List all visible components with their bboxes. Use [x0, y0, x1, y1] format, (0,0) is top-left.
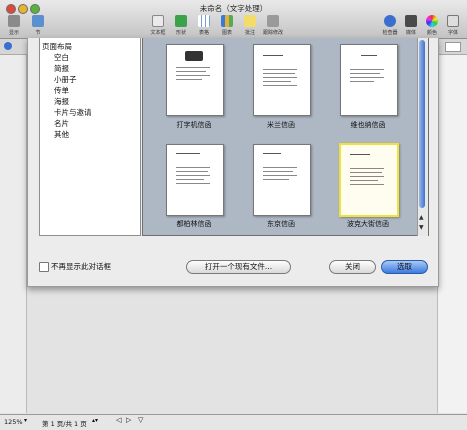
category-item[interactable]: 传单	[54, 85, 69, 96]
right-margin	[437, 55, 467, 413]
next-page-icon[interactable]: ▷	[126, 416, 131, 424]
previous-page-icon[interactable]: ◁	[116, 416, 121, 424]
close-button[interactable]: 关闭	[329, 260, 376, 274]
category-item[interactable]: 其他	[54, 129, 69, 140]
sections-icon	[32, 15, 44, 27]
color-icon	[426, 15, 438, 27]
template-label[interactable]: 米兰信函	[241, 120, 321, 130]
toolbar-table-button[interactable]: 表格	[193, 15, 215, 36]
category-header: 页面布局	[42, 42, 72, 51]
category-item[interactable]: 卡片与邀请	[54, 107, 92, 118]
template-gallery: 打字机信函 米兰信函 维也纳信函 都柏林信函 东京信函 波克大街信函	[142, 38, 429, 236]
toolbar-sections-button[interactable]: 节	[27, 15, 49, 36]
zoom-dropdown-icon[interactable]: ▾	[24, 417, 27, 424]
template-thumbnail[interactable]	[166, 44, 224, 116]
category-item[interactable]: 空白	[54, 52, 69, 63]
toolbar-comment-button[interactable]: 批注	[239, 15, 261, 36]
template-thumbnail[interactable]	[253, 44, 311, 116]
toolbar-shape-button[interactable]: 形状	[170, 15, 192, 36]
scroll-down-arrow-icon[interactable]: ▼	[419, 225, 424, 231]
media-icon	[405, 15, 417, 27]
toolbar-track-changes-button[interactable]: 跟踪修改	[262, 15, 284, 36]
view-icon	[8, 15, 20, 27]
font-icon	[447, 15, 459, 27]
toolbar-chart-button[interactable]: 图表	[216, 15, 238, 36]
template-thumbnail[interactable]	[253, 144, 311, 216]
category-item[interactable]: 名片	[54, 118, 69, 129]
page-stepper-icon[interactable]: ▴▾	[92, 417, 98, 424]
category-item[interactable]: 海报	[54, 96, 69, 107]
chart-icon	[221, 15, 233, 27]
table-icon	[198, 15, 210, 27]
template-label[interactable]: 都柏林信函	[154, 219, 234, 229]
toolbar-inspector-button[interactable]: 检查器	[379, 15, 401, 36]
page-indicator: 第 1 页/共 1 页	[42, 420, 87, 428]
toolbar-view-button[interactable]: 显示	[3, 15, 25, 36]
scroll-up-arrow-icon[interactable]: ▲	[419, 215, 424, 221]
template-label[interactable]: 波克大街信函	[328, 219, 408, 229]
textbox-icon	[152, 15, 164, 27]
dont-show-checkbox[interactable]	[39, 262, 49, 272]
view-options-icon[interactable]	[445, 42, 461, 52]
inspector-icon	[384, 15, 396, 27]
toolbar-fonts-button[interactable]: 字体	[442, 15, 464, 36]
toolbar-textbox-button[interactable]: 文本框	[147, 15, 169, 36]
category-item[interactable]: 简报	[54, 63, 69, 74]
window-title: 未命名（文字处理）	[199, 4, 268, 13]
choose-button[interactable]: 选取	[381, 260, 428, 274]
zoom-level[interactable]: 125%	[4, 418, 23, 426]
styles-drawer-icon[interactable]	[4, 42, 12, 50]
category-item[interactable]: 小册子	[54, 74, 77, 85]
dont-show-label[interactable]: 不再显示此对话框	[51, 261, 111, 272]
typewriter-icon	[185, 51, 203, 61]
template-label[interactable]: 东京信函	[241, 219, 321, 229]
toolbar-media-button[interactable]: 媒体	[400, 15, 422, 36]
left-margin	[0, 55, 27, 413]
comment-icon	[244, 15, 256, 27]
toolbar-colors-button[interactable]: 颜色	[421, 15, 443, 36]
category-list[interactable]: 页面布局 空白 简报 小册子 传单 海报 卡片与邀请 名片 其他	[39, 38, 141, 236]
template-label[interactable]: 打字机信函	[154, 120, 234, 130]
shape-icon	[175, 15, 187, 27]
page-thumbnail-icon[interactable]: ▽	[138, 416, 143, 424]
open-existing-file-button[interactable]: 打开一个现有文件...	[186, 260, 291, 274]
gallery-scroll-thumb[interactable]	[419, 40, 425, 208]
template-thumbnail[interactable]	[340, 44, 398, 116]
template-thumbnail[interactable]	[166, 144, 224, 216]
template-thumbnail-selected[interactable]	[339, 143, 399, 217]
template-label[interactable]: 维也纳信函	[328, 120, 408, 130]
track-changes-icon	[267, 15, 279, 27]
